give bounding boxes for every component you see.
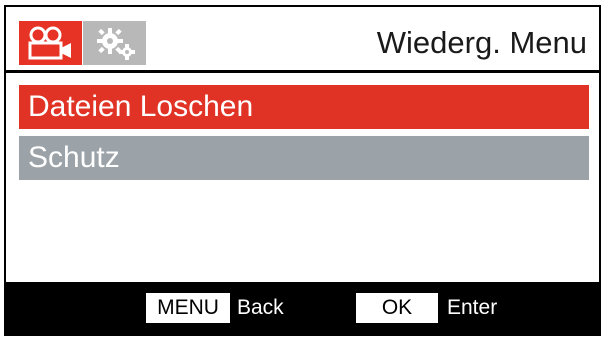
tab-settings[interactable] [83, 21, 146, 65]
menu-key-badge[interactable]: MENU [146, 293, 230, 323]
tab-playback[interactable] [19, 21, 82, 65]
footer-bar: MENU Back OK Enter [6, 282, 599, 334]
menu-item-delete-files[interactable]: Dateien Loschen [19, 85, 589, 129]
back-action-label: Back [237, 296, 284, 319]
menu-item-protect[interactable]: Schutz [19, 136, 589, 180]
menu-list: Dateien Loschen Schutz [19, 85, 589, 187]
ok-key-badge[interactable]: OK [356, 293, 438, 323]
header-divider [6, 70, 599, 73]
header: Wiederg. Menu [6, 7, 599, 70]
page-title: Wiederg. Menu [376, 25, 587, 60]
video-camera-icon [28, 26, 71, 60]
enter-action-label: Enter [447, 296, 498, 319]
gears-icon [96, 28, 135, 60]
dashcam-screen: Wiederg. Menu Dateien Loschen Schutz MEN… [4, 5, 601, 336]
